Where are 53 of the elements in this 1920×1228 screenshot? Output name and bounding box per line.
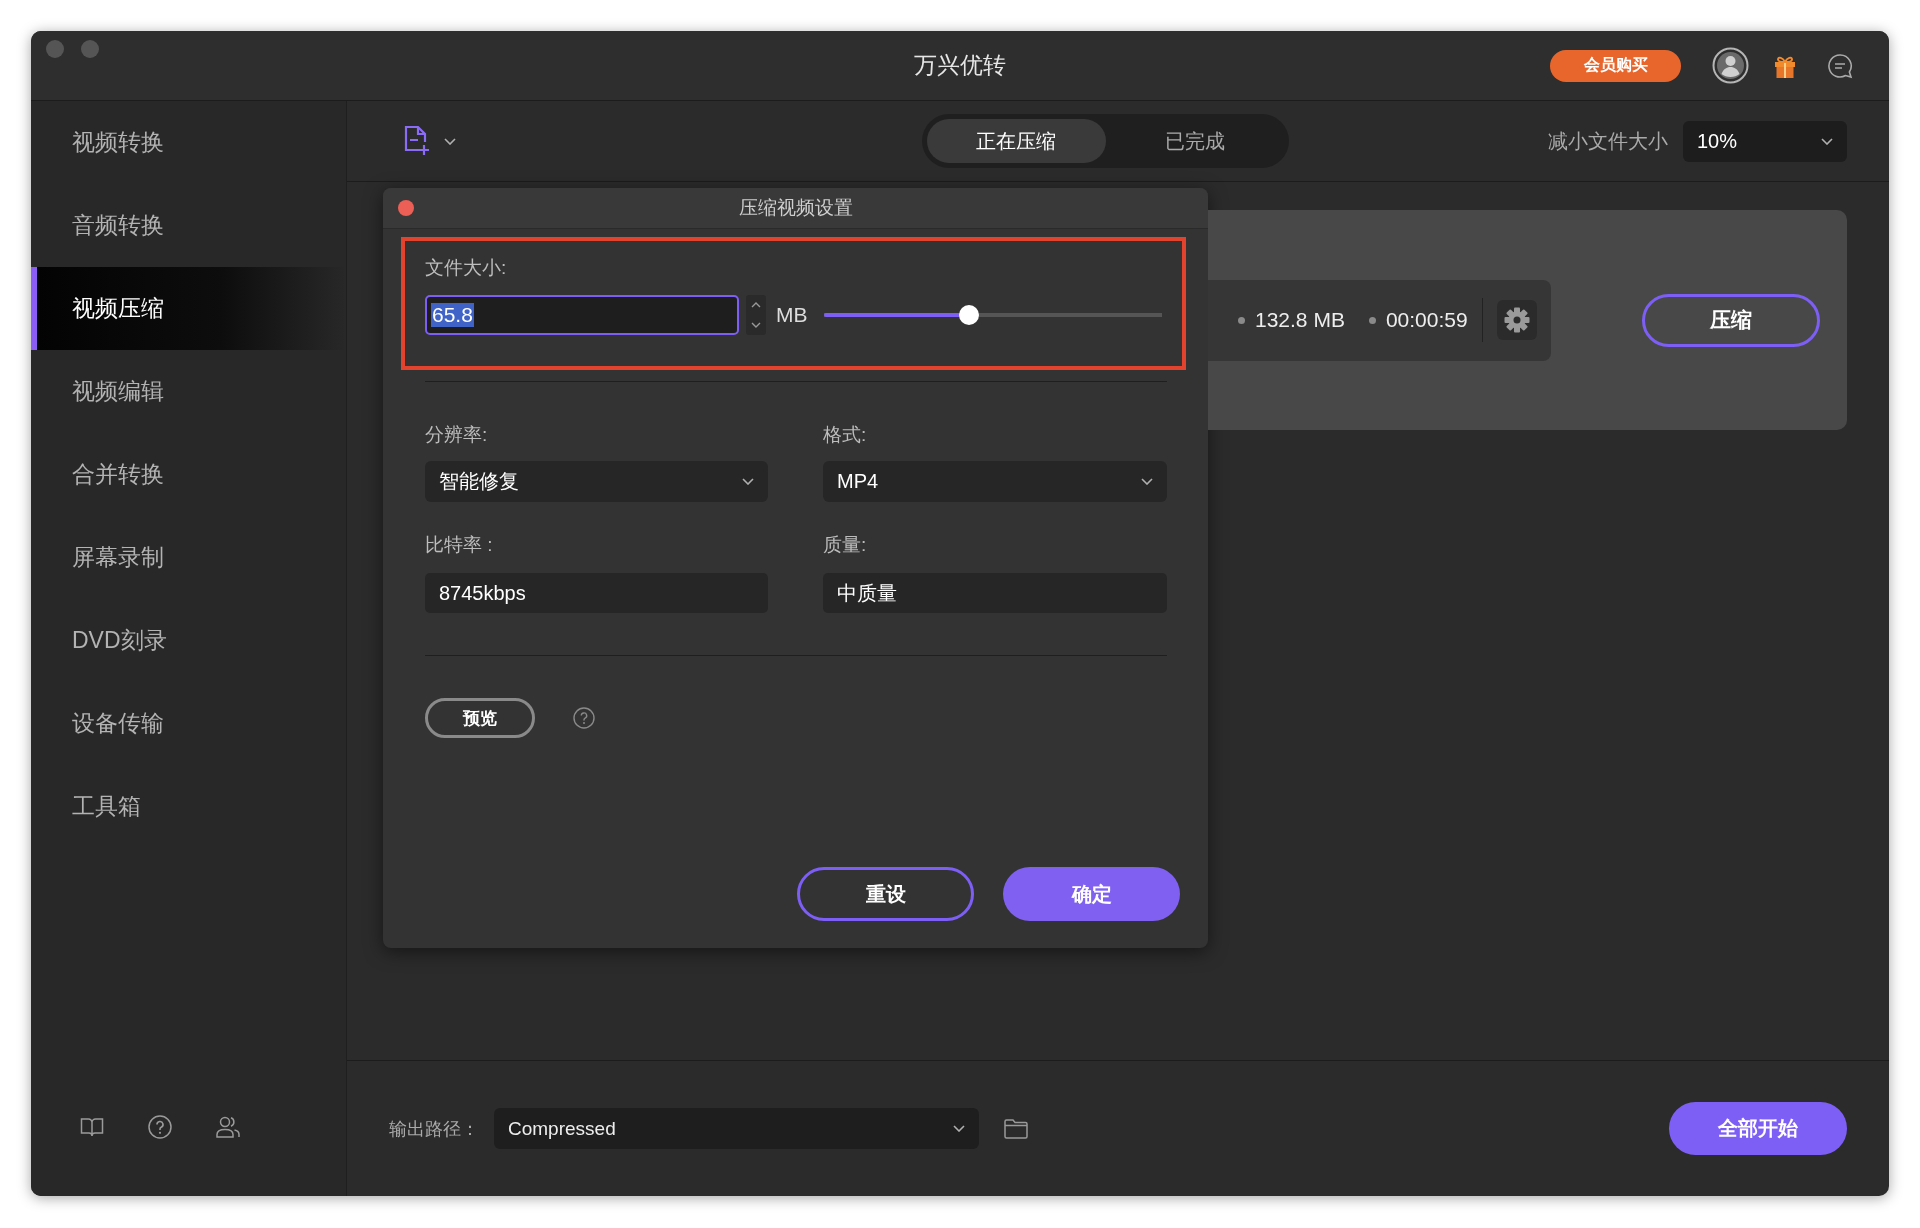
- avatar-icon[interactable]: [1712, 47, 1749, 84]
- output-path-label: 输出路径：: [389, 1117, 479, 1141]
- book-icon[interactable]: [80, 1115, 104, 1139]
- close-icon[interactable]: [398, 200, 414, 216]
- value-field: 8745kbps: [425, 573, 768, 613]
- chevron-down-icon: [953, 1125, 965, 1132]
- add-file-icon[interactable]: [404, 125, 430, 157]
- stepper-icon[interactable]: [746, 295, 766, 335]
- field-label: 质量:: [823, 535, 868, 555]
- sidebar-item[interactable]: 视频编辑: [31, 350, 346, 433]
- tab[interactable]: 正在压缩: [927, 119, 1106, 163]
- field-label: 格式:: [823, 425, 868, 445]
- chevron-down-icon: [444, 137, 456, 145]
- chevron-down-icon: [742, 478, 754, 485]
- sidebar-item[interactable]: 视频转换: [31, 101, 346, 184]
- field-label: 分辨率:: [425, 425, 489, 445]
- sidebar-item[interactable]: 合并转换: [31, 433, 346, 516]
- file-size-text: 132.8 MB: [1255, 308, 1345, 332]
- size-input[interactable]: 65.8: [425, 295, 739, 335]
- output-path-select[interactable]: Compressed: [494, 1108, 979, 1149]
- reset-button[interactable]: 重设: [797, 867, 974, 921]
- bullet-dot-icon: [1238, 316, 1245, 324]
- help-icon[interactable]: [573, 707, 595, 729]
- reduce-size-label: 减小文件大小: [1548, 128, 1668, 154]
- dropdown[interactable]: MP4: [823, 461, 1167, 502]
- duration-text: 00:00:59: [1385, 308, 1468, 332]
- field-label: 比特率 :: [425, 535, 494, 555]
- help-icon[interactable]: [148, 1115, 172, 1139]
- gear-icon[interactable]: [1496, 300, 1537, 340]
- users-icon[interactable]: [216, 1115, 240, 1139]
- compress-button[interactable]: 压缩: [1642, 293, 1820, 347]
- slider-thumb[interactable]: [959, 305, 980, 325]
- confirm-button[interactable]: 确定: [1003, 867, 1180, 921]
- tab[interactable]: 已完成: [1105, 119, 1284, 163]
- sidebar-item[interactable]: 设备传输: [31, 682, 346, 765]
- reduce-size-select[interactable]: 10%: [1683, 120, 1847, 162]
- bullet-dot-icon: [1368, 316, 1376, 324]
- dialog-title: 压缩视频设置: [738, 196, 853, 220]
- chevron-down-icon: [1141, 478, 1153, 485]
- folder-icon[interactable]: [1004, 1118, 1028, 1139]
- field-label: 文件大小:: [425, 258, 508, 278]
- start-all-button[interactable]: 全部开始: [1669, 1102, 1847, 1155]
- dropdown[interactable]: 智能修复: [425, 461, 768, 502]
- preview-button[interactable]: 预览: [425, 698, 535, 738]
- unit-label: MB: [776, 303, 808, 327]
- sidebar-item[interactable]: 音频转换: [31, 184, 346, 267]
- chat-icon[interactable]: [1827, 52, 1853, 79]
- sidebar-item[interactable]: 工具箱: [31, 765, 346, 848]
- value-field: 中质量: [823, 573, 1167, 613]
- window-title: 万兴优转: [914, 51, 1006, 80]
- sidebar-item[interactable]: 屏幕录制: [31, 516, 346, 599]
- chevron-down-icon: [1821, 137, 1833, 145]
- sidebar-item[interactable]: DVD刻录: [31, 599, 346, 682]
